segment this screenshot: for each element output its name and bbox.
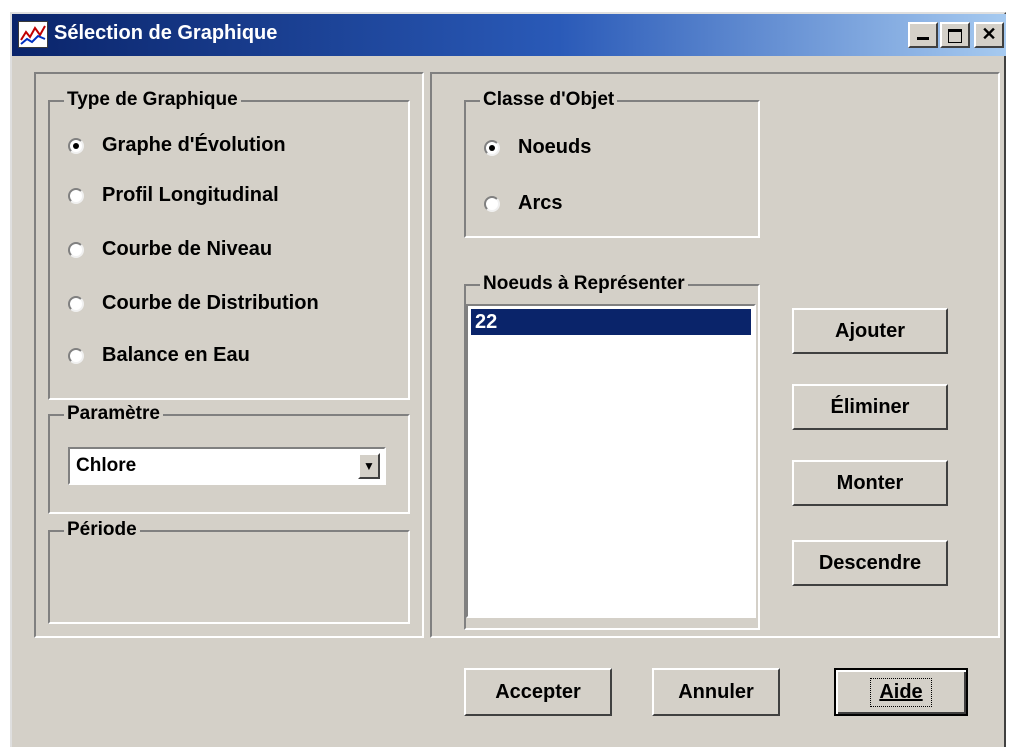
radio-button[interactable] — [68, 241, 84, 258]
period-label: Période — [64, 518, 140, 542]
radio-courbe-distribution[interactable]: Courbe de Distribution — [68, 292, 319, 315]
radio-button[interactable] — [484, 195, 500, 212]
chart-type-label: Type de Graphique — [64, 88, 241, 112]
nodes-label: Noeuds à Représenter — [480, 272, 688, 296]
nodes-listbox[interactable]: 22 — [466, 304, 756, 618]
radio-noeuds[interactable]: Noeuds — [484, 136, 591, 159]
radio-courbe-niveau[interactable]: Courbe de Niveau — [68, 238, 272, 261]
radio-button[interactable] — [68, 347, 84, 364]
radio-label: Arcs — [518, 192, 563, 214]
radio-profil-longitudinal[interactable]: Profil Longitudinal — [68, 184, 279, 207]
dialog-window: Sélection de Graphique ✕ Type de Graphiq… — [10, 12, 1006, 747]
radio-label: Noeuds — [518, 136, 592, 158]
help-button-label: Aide — [870, 677, 932, 707]
radio-button[interactable] — [68, 295, 84, 312]
accept-button[interactable]: Accepter — [464, 668, 612, 716]
close-button[interactable]: ✕ — [974, 22, 1004, 48]
move-down-button[interactable]: Descendre — [792, 540, 948, 586]
period-group: Période — [48, 518, 410, 624]
radio-label: Courbe de Distribution — [102, 292, 319, 314]
close-icon: ✕ — [981, 24, 997, 44]
radio-button-checked[interactable] — [68, 137, 84, 154]
parameter-dropdown[interactable]: Chlore ▼ — [68, 447, 386, 485]
minimize-icon — [917, 37, 929, 40]
radio-button-checked[interactable] — [484, 139, 500, 156]
radio-button[interactable] — [68, 187, 84, 204]
radio-label: Profil Longitudinal — [102, 184, 279, 206]
parameter-value: Chlore — [76, 455, 137, 476]
maximize-button[interactable] — [940, 22, 970, 48]
parameter-label: Paramètre — [64, 402, 163, 426]
remove-button[interactable]: Éliminer — [792, 384, 948, 430]
chevron-down-icon[interactable]: ▼ — [358, 453, 380, 479]
radio-balance-eau[interactable]: Balance en Eau — [68, 344, 250, 367]
cancel-button[interactable]: Annuler — [652, 668, 780, 716]
maximize-icon — [948, 29, 962, 43]
list-item[interactable]: 22 — [471, 309, 751, 335]
radio-label: Balance en Eau — [102, 344, 250, 366]
minimize-button[interactable] — [908, 22, 938, 48]
add-button[interactable]: Ajouter — [792, 308, 948, 354]
object-class-label: Classe d'Objet — [480, 88, 618, 112]
help-button[interactable]: Aide — [834, 668, 968, 716]
radio-label: Graphe d'Évolution — [102, 134, 286, 156]
radio-arcs[interactable]: Arcs — [484, 192, 562, 215]
radio-graphe-evolution[interactable]: Graphe d'Évolution — [68, 134, 286, 157]
graph-icon — [18, 21, 48, 48]
move-up-button[interactable]: Monter — [792, 460, 948, 506]
window-title: Sélection de Graphique — [54, 22, 278, 44]
object-class-group: Classe d'Objet — [464, 88, 760, 238]
help-label-text: Aide — [879, 680, 923, 703]
title-bar[interactable]: Sélection de Graphique ✕ — [12, 14, 1006, 56]
radio-label: Courbe de Niveau — [102, 238, 273, 260]
